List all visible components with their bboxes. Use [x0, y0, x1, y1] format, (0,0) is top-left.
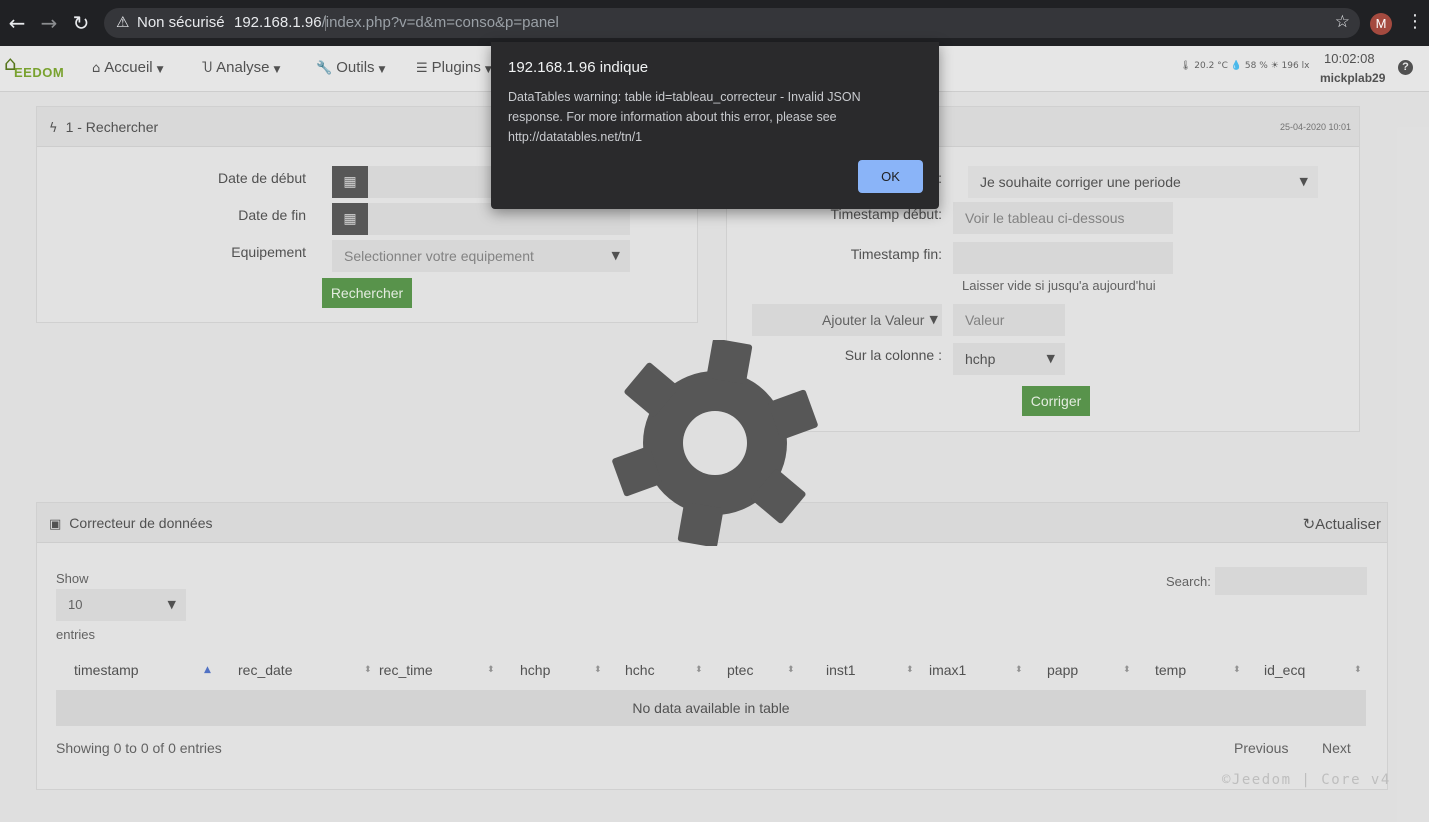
forward-arrow-icon[interactable]: →	[36, 10, 62, 36]
browser-menu-icon[interactable]: ⋮	[1406, 11, 1424, 32]
profile-avatar[interactable]: M	[1370, 13, 1392, 35]
back-arrow-icon[interactable]: ←	[4, 10, 30, 36]
bookmark-star-icon[interactable]: ☆	[1335, 12, 1350, 32]
alert-dialog: 192.168.1.96 indique DataTables warning:…	[491, 42, 939, 209]
address-bar[interactable]: ⚠ Non sécurisé 192.168.1.96/index.php?v=…	[104, 8, 1360, 38]
url-text[interactable]: 192.168.1.96/index.php?v=d&m=conso&p=pan…	[234, 14, 559, 31]
alert-message: DataTables warning: table id=tableau_cor…	[508, 90, 861, 144]
browser-toolbar: ← → ↻ ⚠ Non sécurisé 192.168.1.96/index.…	[0, 0, 1429, 46]
alert-ok-button[interactable]: OK	[858, 160, 923, 193]
reload-icon[interactable]: ↻	[68, 10, 94, 36]
warning-icon: ⚠	[116, 13, 130, 31]
security-label[interactable]: Non sécurisé	[137, 14, 225, 31]
url-host: 192.168.1.96	[234, 14, 322, 31]
alert-title: 192.168.1.96 indique	[508, 59, 649, 76]
url-path: /index.php?v=d&m=conso&p=panel	[321, 14, 559, 31]
